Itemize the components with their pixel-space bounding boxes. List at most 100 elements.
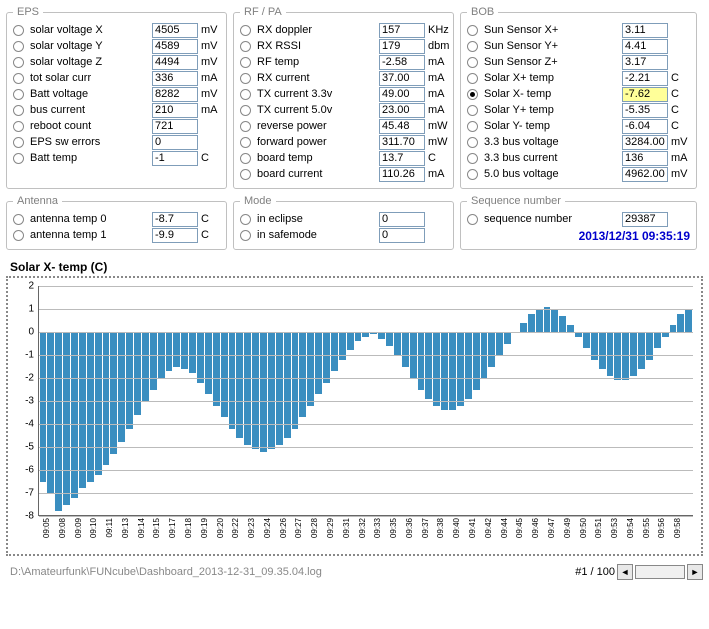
next-button[interactable]: ► [687,564,703,580]
bar [607,332,614,376]
rfpa-radio[interactable] [240,41,251,52]
rfpa-value: 49.00 [379,87,425,102]
rfpa-label: RX current [257,72,377,84]
seq-label: sequence number [484,213,620,225]
eps-radio[interactable] [13,105,24,116]
eps-radio[interactable] [13,153,24,164]
bar [536,309,543,332]
mode-row: in safemode0 [240,227,447,243]
eps-label: solar voltage Y [30,40,150,52]
eps-row: solar voltage Y4589mV [13,38,220,54]
rfpa-radio[interactable] [240,89,251,100]
eps-group: EPS solar voltage X4505mVsolar voltage Y… [6,6,227,189]
rfpa-radio[interactable] [240,105,251,116]
y-tick: -2 [25,373,34,384]
antenna-radio[interactable] [13,214,24,225]
bar [528,314,535,332]
rfpa-unit: mW [425,136,447,148]
y-tick: 0 [28,327,34,338]
rfpa-value: 157 [379,23,425,38]
bar [559,316,566,332]
bar [347,332,354,350]
rfpa-radio[interactable] [240,153,251,164]
x-axis: 09:0509:0809:0909:1009:1109:1309:1409:15… [38,518,693,552]
bob-radio[interactable] [467,121,478,132]
eps-radio[interactable] [13,57,24,68]
eps-radio[interactable] [13,25,24,36]
mode-radio[interactable] [240,214,251,225]
bar [386,332,393,346]
prev-button[interactable]: ◄ [617,564,633,580]
bar [213,332,220,406]
bar [654,332,661,348]
rfpa-value: 311.70 [379,135,425,150]
rfpa-radio[interactable] [240,73,251,84]
bar [457,332,464,406]
eps-row: bus current210mA [13,102,220,118]
bar [189,332,196,373]
bob-radio[interactable] [467,25,478,36]
bar [95,332,102,475]
eps-label: EPS sw errors [30,136,150,148]
eps-value: 0 [152,135,198,150]
mode-radio[interactable] [240,230,251,241]
rfpa-unit: KHz [425,24,447,36]
rfpa-radio[interactable] [240,57,251,68]
bob-row: Sun Sensor Y+4.41 [467,38,690,54]
bob-row: Sun Sensor Z+3.17 [467,54,690,70]
bob-radio[interactable] [467,57,478,68]
bob-value: -7.62 [622,87,668,102]
rfpa-label: TX current 5.0v [257,104,377,116]
bob-label: Solar X+ temp [484,72,620,84]
page-indicator: #1 / 100 [575,566,615,578]
eps-value: 721 [152,119,198,134]
seq-radio[interactable] [467,214,478,225]
bar [355,332,362,341]
eps-radio[interactable] [13,73,24,84]
rfpa-row: RF temp-2.58mA [240,54,447,70]
antenna-unit: C [198,213,220,225]
bar [55,332,62,511]
rfpa-value: -2.58 [379,55,425,70]
rfpa-legend: RF / PA [240,6,286,18]
seq-value: 29387 [622,212,668,227]
eps-radio[interactable] [13,137,24,148]
bob-radio[interactable] [467,105,478,116]
bob-radio[interactable] [467,137,478,148]
eps-radio[interactable] [13,41,24,52]
bob-radio[interactable] [467,41,478,52]
bar [134,332,141,415]
bob-value: 136 [622,151,668,166]
bar [551,309,558,332]
rfpa-label: reverse power [257,120,377,132]
bob-row: 3.3 bus current136mA [467,150,690,166]
page-slider[interactable] [635,565,685,579]
rfpa-radio[interactable] [240,137,251,148]
antenna-radio[interactable] [13,230,24,241]
bob-label: 3.3 bus voltage [484,136,620,148]
rfpa-radio[interactable] [240,169,251,180]
rfpa-radio[interactable] [240,121,251,132]
bar [473,332,480,390]
rfpa-label: RF temp [257,56,377,68]
mode-label: in safemode [257,229,377,241]
bar [229,332,236,429]
bar [260,332,267,452]
y-tick: 1 [28,304,34,315]
mode-value: 0 [379,212,425,227]
bob-radio[interactable] [467,89,478,100]
bob-radio[interactable] [467,169,478,180]
rfpa-row: RX RSSI179dbm [240,38,447,54]
bob-unit: C [668,120,690,132]
eps-label: bus current [30,104,150,116]
rfpa-radio[interactable] [240,25,251,36]
bar [142,332,149,401]
eps-radio[interactable] [13,89,24,100]
eps-unit: mV [198,40,220,52]
bar [402,332,409,367]
bob-radio[interactable] [467,153,478,164]
bob-radio[interactable] [467,73,478,84]
eps-radio[interactable] [13,121,24,132]
rfpa-row: board temp13.7C [240,150,447,166]
y-tick: 2 [28,281,34,292]
